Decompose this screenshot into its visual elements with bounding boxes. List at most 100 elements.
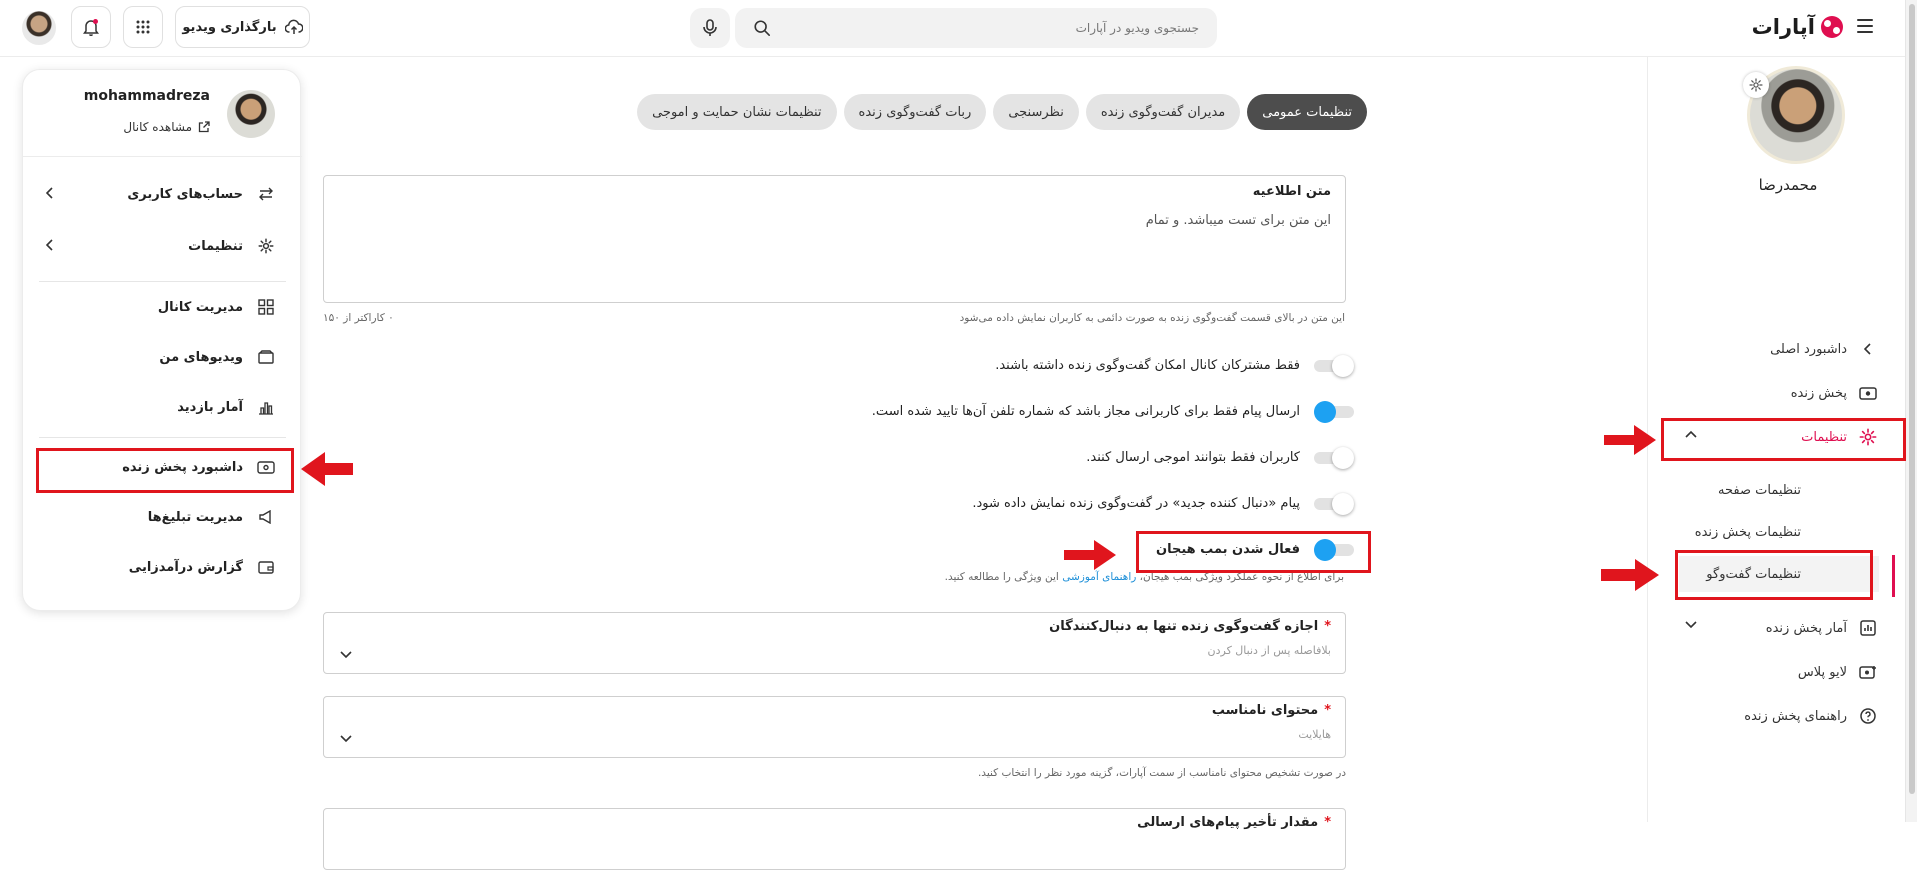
apps-button[interactable] (123, 6, 163, 48)
aparat-logo[interactable]: آپارات (1752, 12, 1843, 42)
sidebar-subitem-live-settings[interactable]: تنظیمات پخش زنده (1647, 514, 1905, 550)
menu-item-view-stats[interactable]: آمار بازدید (21, 387, 300, 427)
divider (23, 156, 302, 157)
tutorial-link[interactable]: راهنمای آموزشی (1062, 571, 1136, 583)
menu-item-channel-management[interactable]: مدیریت کانال (21, 287, 300, 327)
settings-tabs: تنظیمات عمومی مدیران گفت‌وگوی زنده نظرسن… (637, 94, 1367, 130)
menu-item-settings[interactable]: تنظیمات (21, 226, 300, 266)
select-value: هایلایت (1298, 728, 1331, 741)
annotation-arrow-live-dashboard (301, 452, 353, 486)
menu-item-user-accounts[interactable]: حساب‌های کاربری (21, 174, 300, 214)
annotation-box-live-dashboard (36, 448, 294, 493)
ads-icon (257, 508, 275, 526)
chevron-left-icon (1859, 340, 1877, 358)
view-channel-link[interactable]: مشاهده کانال (123, 120, 210, 134)
notice-char-counter: ۰ کاراکتر از ۱۵۰ (323, 312, 394, 324)
chevron-left-icon (46, 187, 53, 199)
notice-label: متن اطلاعیه (1252, 184, 1331, 199)
sidebar-subitem-page-settings[interactable]: تنظیمات صفحه (1647, 472, 1905, 508)
profile-settings-button[interactable] (1743, 72, 1769, 98)
sidebar-item-label: داشبورد اصلی (1770, 341, 1847, 357)
apps-grid-icon (136, 20, 150, 34)
toggle-verified-phone-only[interactable]: ارسال پیام فقط برای کاربرانی مجاز باشد ک… (872, 397, 1354, 425)
toggle-switch[interactable] (1314, 493, 1354, 515)
sidebar-item-live-stats[interactable]: آمار پخش زنده (1647, 608, 1905, 648)
notice-textarea[interactable]: متن اطلاعیه این متن برای تست میباشد. و ت… (323, 175, 1346, 303)
tab-polls[interactable]: نظرسنجی (993, 94, 1079, 130)
menu-item-label: حساب‌های کاربری (127, 186, 243, 202)
gear-icon (1749, 78, 1763, 92)
toggle-label: فقط مشترکان کانال امکان گفت‌وگوی زنده دا… (995, 357, 1300, 373)
annotation-box-chat-settings (1675, 550, 1873, 600)
menu-item-my-videos[interactable]: ویدیوهای من (21, 337, 300, 377)
sidebar-item-main-dashboard[interactable]: داشبورد اصلی (1647, 329, 1905, 369)
menu-item-ads-management[interactable]: مدیریت تبلیغ‌ها (21, 497, 300, 537)
sidebar-subitem-label: تنظیمات پخش زنده (1694, 524, 1801, 540)
inappropriate-content-select[interactable]: * محتوای نامناسب هایلایت (323, 696, 1346, 758)
sidebar-item-label: راهنمای پخش زنده (1744, 708, 1847, 724)
select-label: مقدار تأخیر پیام‌های ارسالی (1137, 815, 1319, 830)
sidebar-item-live-stream[interactable]: پخش زنده (1647, 373, 1905, 413)
notice-value[interactable]: این متن برای تست میباشد. و تمام (338, 213, 1331, 228)
tab-general-settings[interactable]: تنظیمات عمومی (1247, 94, 1367, 130)
required-mark: * (1324, 815, 1331, 830)
gear-icon (257, 237, 275, 255)
hamburger-menu-icon[interactable] (1857, 19, 1873, 33)
toggle-label: کاربران فقط بتوانند اموجی ارسال کنند. (1086, 449, 1300, 465)
toggle-new-follower-message[interactable]: پیام «دنبال کننده جدید» در گفت‌وگوی زنده… (972, 489, 1354, 517)
page-scrollbar[interactable] (1905, 0, 1917, 822)
chart-icon (1859, 619, 1877, 637)
voice-search-button[interactable] (690, 8, 730, 48)
menu-item-monetization-report[interactable]: گزارش درآمدزایی (21, 547, 300, 587)
followers-only-chat-select[interactable]: * اجازه گفت‌وگوی زنده تنها به دنبال‌کنندگ… (323, 612, 1346, 674)
scrollbar-thumb[interactable] (1909, 4, 1915, 794)
stats-icon (257, 398, 275, 416)
toggle-switch[interactable] (1314, 355, 1354, 377)
chevron-left-icon (46, 239, 53, 251)
required-mark: * (1324, 619, 1331, 634)
account-username: mohammadreza (83, 88, 210, 104)
message-delay-select[interactable]: * مقدار تأخیر پیام‌های ارسالی (323, 808, 1346, 870)
tab-chat-bot[interactable]: ربات گفت‌وگوی زنده (843, 94, 987, 130)
user-avatar[interactable] (22, 11, 56, 45)
annotation-box-hype-bomb (1136, 531, 1371, 573)
required-mark: * (1324, 703, 1331, 718)
grid-icon (257, 298, 275, 316)
menu-item-label: آمار بازدید (177, 399, 243, 415)
annotation-arrow-chat-settings (1601, 559, 1659, 591)
search-bar[interactable]: جستجوی ویدیو در آپارات (735, 8, 1217, 48)
chevron-down-icon[interactable] (340, 651, 352, 659)
chevron-down-icon[interactable] (340, 735, 352, 743)
sidebar-item-label: لایو پلاس (1797, 664, 1847, 680)
sidebar-subitem-label: تنظیمات صفحه (1718, 482, 1801, 498)
toggle-switch[interactable] (1314, 401, 1354, 423)
search-icon[interactable] (753, 19, 771, 37)
sidebar-item-live-plus[interactable]: لایو پلاس (1647, 652, 1905, 692)
select-label: اجازه گفت‌وگوی زنده تنها به دنبال‌کنندگا… (1049, 619, 1319, 634)
annotation-arrow-hype-bomb (1064, 540, 1116, 570)
toggle-label: پیام «دنبال کننده جدید» در گفت‌وگوی زنده… (972, 495, 1300, 511)
sidebar-item-label: پخش زنده (1790, 385, 1847, 401)
menu-item-label: مدیریت کانال (157, 299, 243, 315)
toggle-subscribers-only[interactable]: فقط مشترکان کانال امکان گفت‌وگوی زنده دا… (995, 351, 1354, 379)
live-plus-icon (1859, 663, 1877, 681)
upload-video-button[interactable]: بارگذاری ویدیو (175, 6, 310, 48)
menu-item-label: گزارش درآمدزایی (128, 559, 243, 575)
cloud-upload-icon (284, 19, 303, 34)
toggle-emoji-only[interactable]: کاربران فقط بتوانند اموجی ارسال کنند. (1086, 443, 1354, 471)
annotation-box-settings (1661, 418, 1906, 461)
notifications-button[interactable] (71, 6, 111, 48)
chevron-down-icon[interactable] (1685, 621, 1697, 629)
search-input[interactable]: جستجوی ویدیو در آپارات (771, 21, 1199, 35)
external-link-icon (198, 121, 210, 133)
tab-support-badge-emoji[interactable]: تنظیمات نشان حمایت و اموجی (637, 94, 837, 130)
sidebar-item-live-help[interactable]: راهنمای پخش زنده (1647, 696, 1905, 736)
hype-bomb-help-after: این ویژگی را مطالعه کنید. (944, 571, 1059, 583)
divider (39, 437, 286, 438)
divider (39, 281, 286, 282)
menu-item-label: ویدیوهای من (159, 349, 243, 365)
tab-chat-moderators[interactable]: مدیران گفت‌وگوی زنده (1085, 94, 1241, 130)
switch-account-icon (257, 185, 275, 203)
annotation-arrow-settings (1604, 425, 1656, 455)
toggle-switch[interactable] (1314, 447, 1354, 469)
